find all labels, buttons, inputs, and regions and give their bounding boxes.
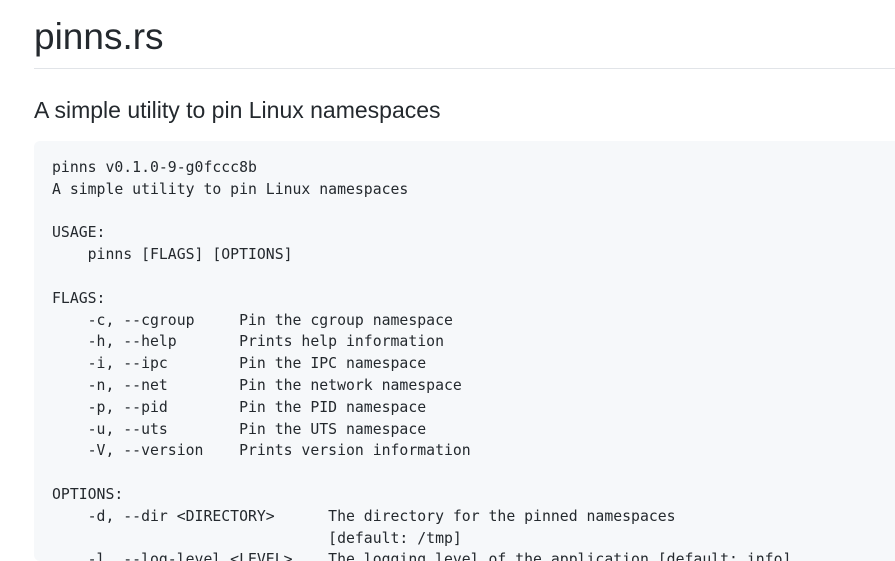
- code-line: pinns v0.1.0-9-g0fccc8b: [52, 159, 257, 176]
- readme-content: pinns.rs A simple utility to pin Linux n…: [34, 0, 895, 561]
- code-line: USAGE:: [52, 224, 106, 242]
- code-block: pinns v0.1.0-9-g0fccc8b A simple utility…: [34, 141, 895, 561]
- code-line: -h, --help Prints help information: [52, 333, 444, 351]
- section-heading: A simple utility to pin Linux namespaces: [34, 97, 441, 123]
- code-line: [default: /tmp]: [52, 529, 462, 547]
- page-title: pinns.rs: [34, 16, 164, 57]
- code-line: FLAGS:: [52, 289, 106, 307]
- code-line: -d, --dir <DIRECTORY> The directory for …: [52, 507, 676, 525]
- code-line: A simple utility to pin Linux namespaces: [52, 180, 409, 198]
- code-line: -c, --cgroup Pin the cgroup namespace: [52, 311, 453, 329]
- code-line: -p, --pid Pin the PID namespace: [52, 398, 427, 416]
- code-line: -n, --net Pin the network namespace: [52, 376, 462, 394]
- code-line: OPTIONS:: [52, 485, 124, 503]
- code-line: -V, --version Prints version information: [52, 442, 471, 460]
- code-line: -l, --log-level <LEVEL> The logging leve…: [52, 551, 792, 561]
- code-line: -u, --uts Pin the UTS namespace: [52, 420, 427, 438]
- code-line: pinns [FLAGS] [OPTIONS]: [52, 246, 293, 264]
- code-line: -i, --ipc Pin the IPC namespace: [52, 355, 427, 373]
